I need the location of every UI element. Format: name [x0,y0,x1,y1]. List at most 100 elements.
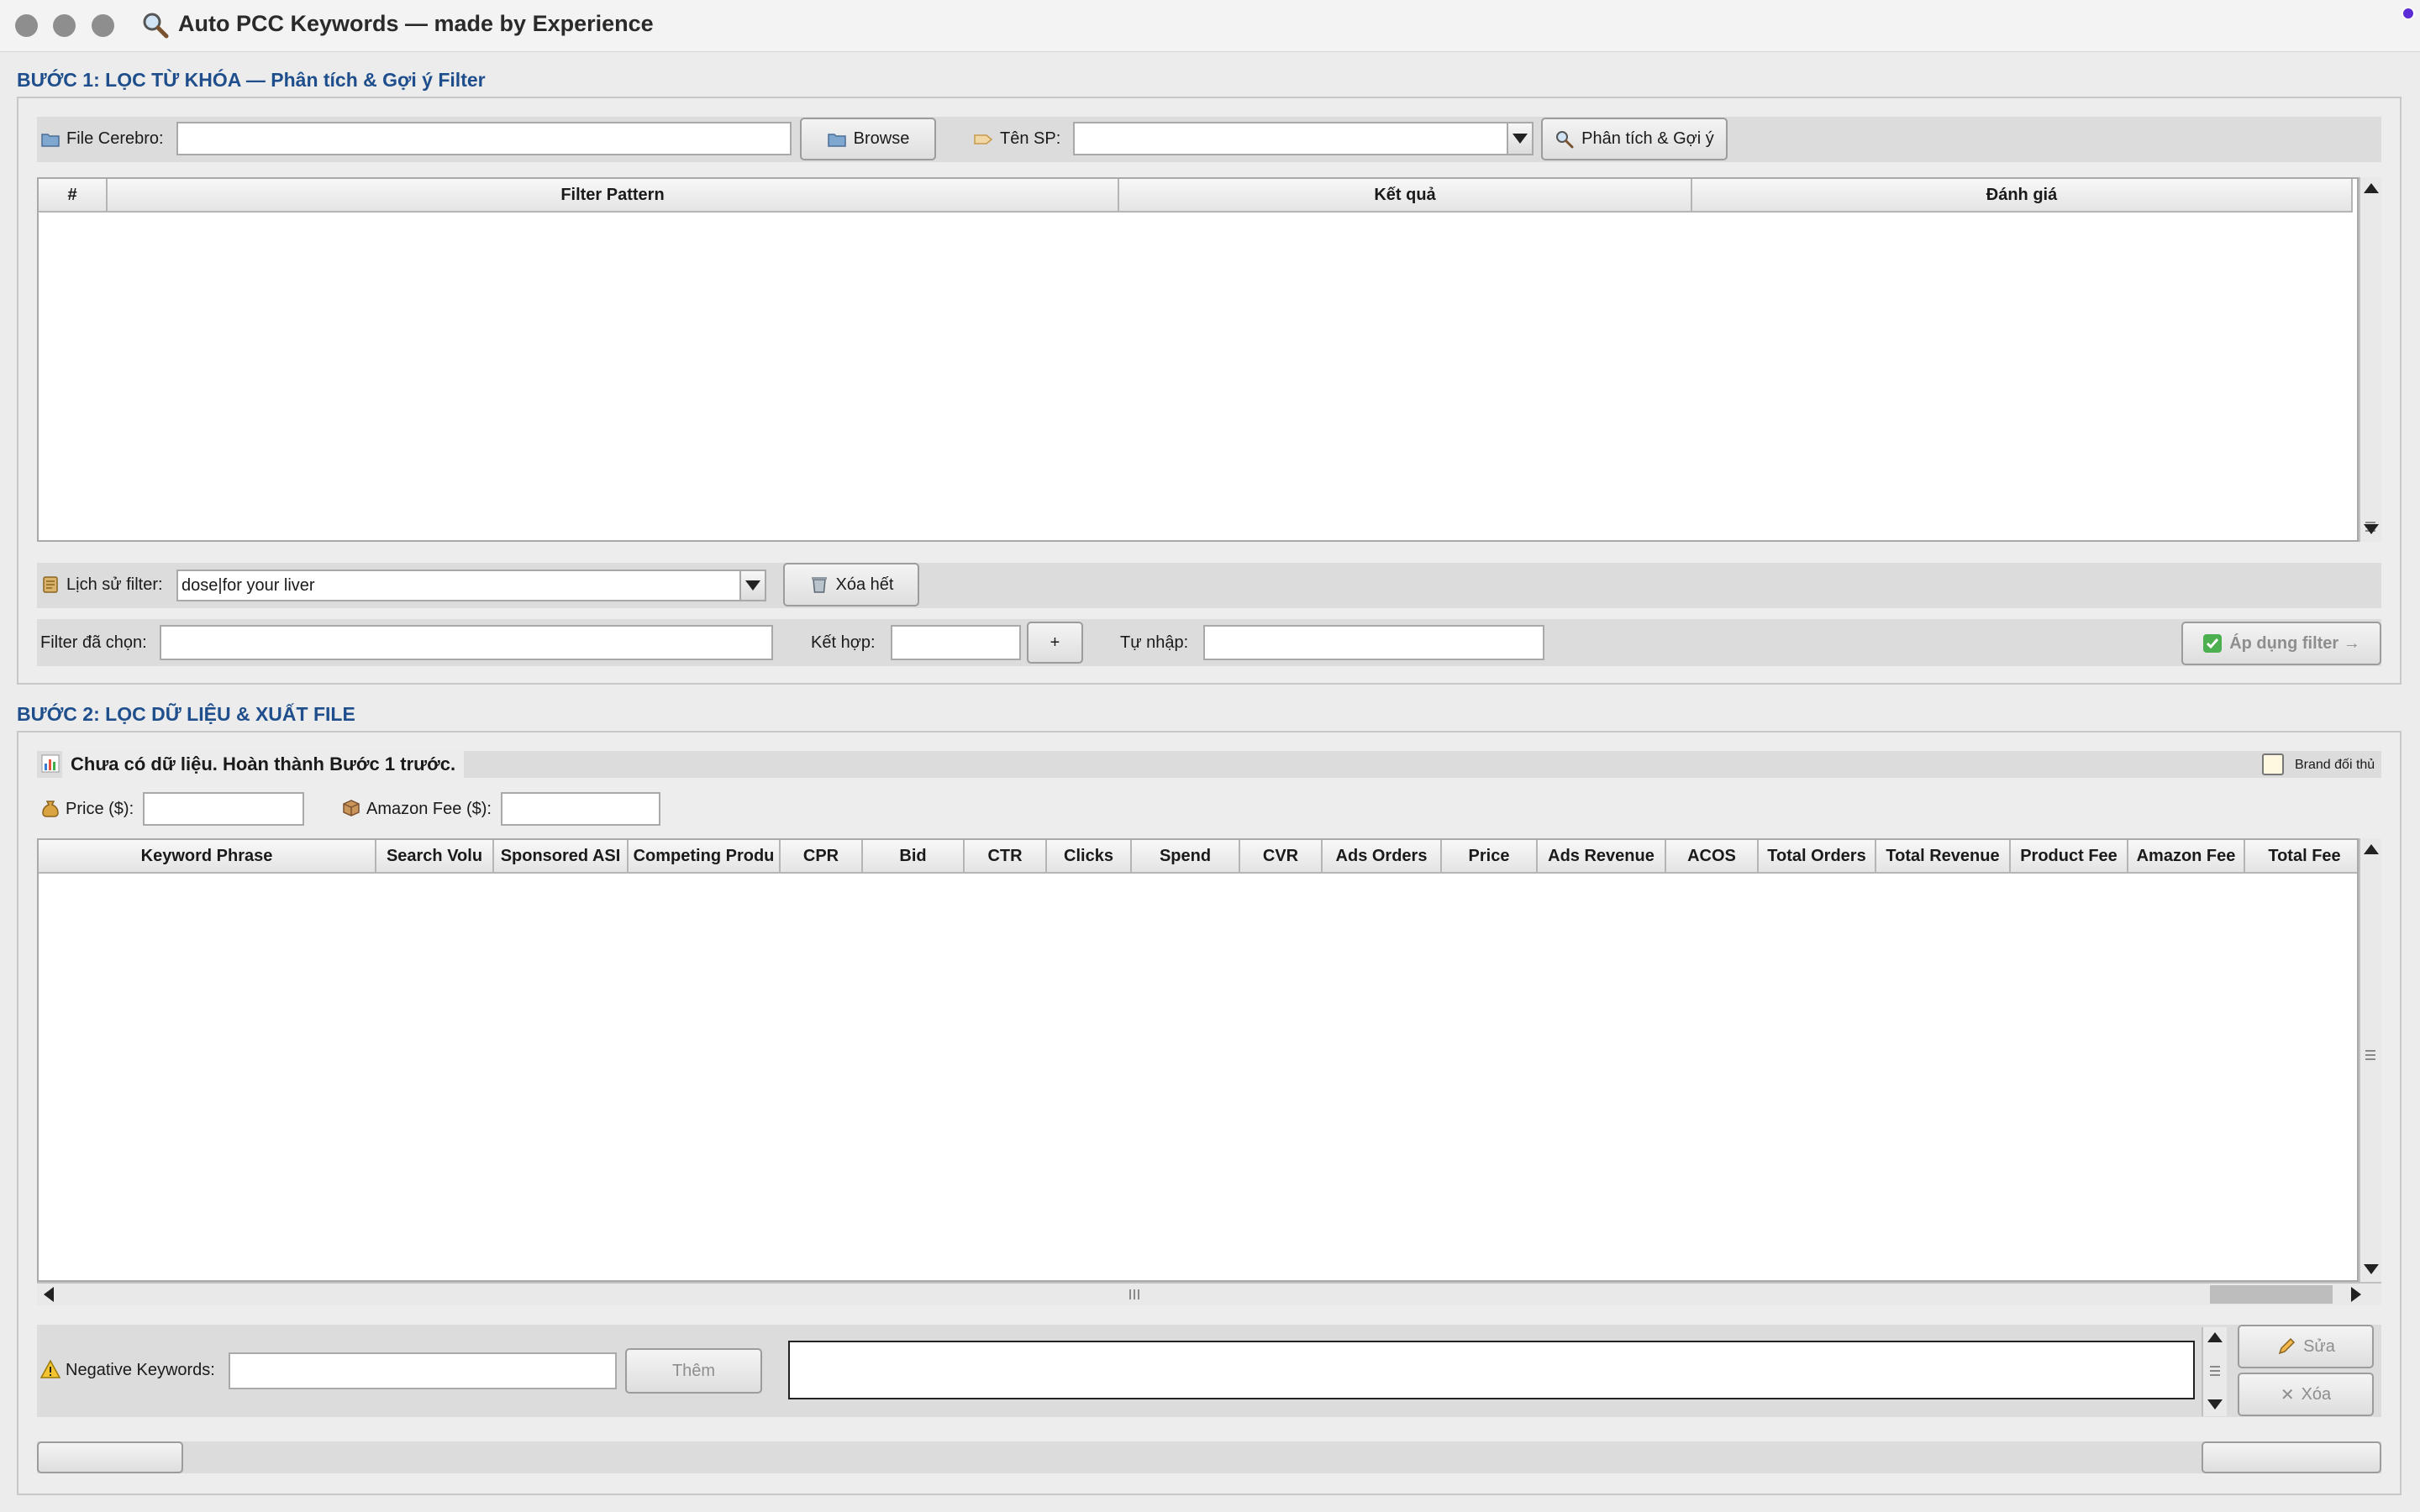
keyword-data-table[interactable]: Keyword Phrase Search Volu Sponsored ASI… [37,838,2359,1282]
magnifier-icon [143,13,169,39]
combine-input[interactable] [891,625,1021,660]
bottom-left-action-button[interactable] [37,1441,183,1473]
scroll-grip-icon [2210,1366,2220,1378]
negative-keywords-list[interactable] [788,1341,2195,1399]
scroll-up-icon[interactable] [2360,177,2381,199]
bottom-right-action-button[interactable] [2202,1441,2381,1473]
bar-chart-icon [41,754,60,773]
column-header-cvr[interactable]: CVR [1240,840,1323,874]
product-name-combo[interactable] [1073,122,1534,155]
browse-button[interactable]: Browse [800,118,936,160]
negative-keywords-input[interactable] [229,1352,617,1389]
column-header-acos[interactable]: ACOS [1666,840,1759,874]
tag-icon [974,134,993,144]
keyword-table-horizontal-scrollbar[interactable] [37,1282,2381,1305]
zoom-window-button[interactable] [92,14,114,37]
history-filter-value: dose|for your liver [182,576,315,595]
apply-filter-label: Áp dụng filter → [2229,633,2360,653]
column-header-bid[interactable]: Bid [863,840,965,874]
minimize-window-button[interactable] [53,14,76,37]
window-title: Auto PCC Keywords — made by Experience [178,11,654,36]
folder-icon [41,134,60,147]
column-header-ctr[interactable]: CTR [965,840,1047,874]
manual-input-label: Tự nhập: [1120,633,1189,652]
edit-negative-keyword-button[interactable]: Sửa [2238,1325,2374,1368]
scroll-icon [43,576,58,593]
delete-negative-keyword-button[interactable]: ✕ Xóa [2238,1373,2374,1416]
column-header-clicks[interactable]: Clicks [1047,840,1132,874]
competitor-brand-checkbox[interactable] [2262,753,2284,775]
history-filter-label: Lịch sử filter: [66,575,163,594]
history-filter-combo[interactable]: dose|for your liver [176,570,766,601]
price-input[interactable] [143,792,304,826]
filter-suggestion-table[interactable]: # Filter Pattern Kết quả Đánh giá [37,177,2359,542]
scroll-down-icon[interactable] [2360,1258,2381,1280]
selected-filter-label: Filter đã chọn: [40,633,147,652]
column-header-ads-orders[interactable]: Ads Orders [1323,840,1442,874]
combine-label: Kết hợp: [811,633,876,652]
column-header-amazon-fee[interactable]: Amazon Fee [2128,840,2245,874]
data-status-text: Chưa có dữ liệu. Hoàn thành Bước 1 trước… [62,750,465,779]
check-icon [2203,634,2223,653]
column-header-product-fee[interactable]: Product Fee [2011,840,2128,874]
analyze-suggest-button[interactable]: Phân tích & Gợi ý [1541,118,1728,160]
scroll-left-icon[interactable] [37,1284,60,1305]
column-header-sponsored-asins[interactable]: Sponsored ASI [494,840,629,874]
scroll-right-icon[interactable] [2344,1284,2368,1305]
column-header-total-orders[interactable]: Total Orders [1759,840,1876,874]
column-header-spend[interactable]: Spend [1132,840,1240,874]
product-name-input[interactable] [1075,123,1507,154]
column-header-result[interactable]: Kết quả [1119,179,1692,213]
column-header-competing-products[interactable]: Competing Produ [629,840,781,874]
selected-filter-input[interactable] [160,625,773,660]
competitor-brand-label: Brand đối thủ [2295,758,2375,772]
amazon-fee-label: Amazon Fee ($): [366,800,492,818]
scroll-grip-icon [2365,1050,2375,1062]
trash-icon [811,577,827,593]
amazon-fee-input[interactable] [501,792,660,826]
keyword-table-vertical-scrollbar[interactable] [2359,838,2381,1282]
negative-keywords-label: Negative Keywords: [66,1361,215,1379]
clear-history-button[interactable]: Xóa hết [783,563,919,606]
column-header-rating[interactable]: Đánh giá [1692,179,2353,213]
file-cerebro-input[interactable] [176,122,792,155]
column-header-index[interactable]: # [39,179,108,213]
apply-filter-button[interactable]: Áp dụng filter → [2181,622,2381,665]
scroll-up-icon[interactable] [2203,1327,2227,1347]
scroll-up-icon[interactable] [2360,838,2381,860]
column-header-search-volume[interactable]: Search Volu [376,840,494,874]
window-titlebar: Auto PCC Keywords — made by Experience [0,0,2420,52]
column-header-keyword-phrase[interactable]: Keyword Phrase [39,840,376,874]
warning-icon [40,1359,60,1378]
edit-label: Sửa [2303,1336,2335,1356]
scroll-down-icon[interactable] [2360,518,2381,540]
add-combine-button[interactable]: + [1027,622,1083,664]
folder-icon [827,133,846,147]
column-header-ads-revenue[interactable]: Ads Revenue [1538,840,1666,874]
scroll-thumb[interactable] [2210,1285,2333,1304]
history-filter-dropdown-icon[interactable] [739,571,765,600]
clear-history-label: Xóa hết [835,575,894,594]
manual-input[interactable] [1203,625,1544,660]
scroll-down-icon[interactable] [2203,1394,2227,1415]
column-header-cpr[interactable]: CPR [781,840,863,874]
pencil-icon [2278,1337,2296,1355]
money-bag-icon [42,801,59,817]
filter-table-vertical-scrollbar[interactable] [2359,177,2381,542]
product-name-dropdown-icon[interactable] [1507,123,1532,154]
product-name-label: Tên SP: [1000,129,1061,148]
column-header-filter-pattern[interactable]: Filter Pattern [108,179,1119,213]
scroll-grip-icon [1129,1289,1141,1299]
step2-title: BƯỚC 2: LỌC DỮ LIỆU & XUẤT FILE [17,703,355,725]
negative-list-scrollbar[interactable] [2202,1327,2227,1416]
browse-button-label: Browse [853,129,910,148]
file-cerebro-label: File Cerebro: [66,129,164,148]
price-label: Price ($): [66,800,134,818]
add-negative-keyword-button[interactable]: Thêm [625,1348,762,1394]
delete-label: Xóa [2301,1384,2332,1404]
column-header-total-revenue[interactable]: Total Revenue [1876,840,2011,874]
column-header-total-fee[interactable]: Total Fee [2245,840,2357,874]
column-header-price[interactable]: Price [1442,840,1538,874]
close-window-button[interactable] [15,14,38,37]
analyze-suggest-label: Phân tích & Gợi ý [1581,129,1714,148]
